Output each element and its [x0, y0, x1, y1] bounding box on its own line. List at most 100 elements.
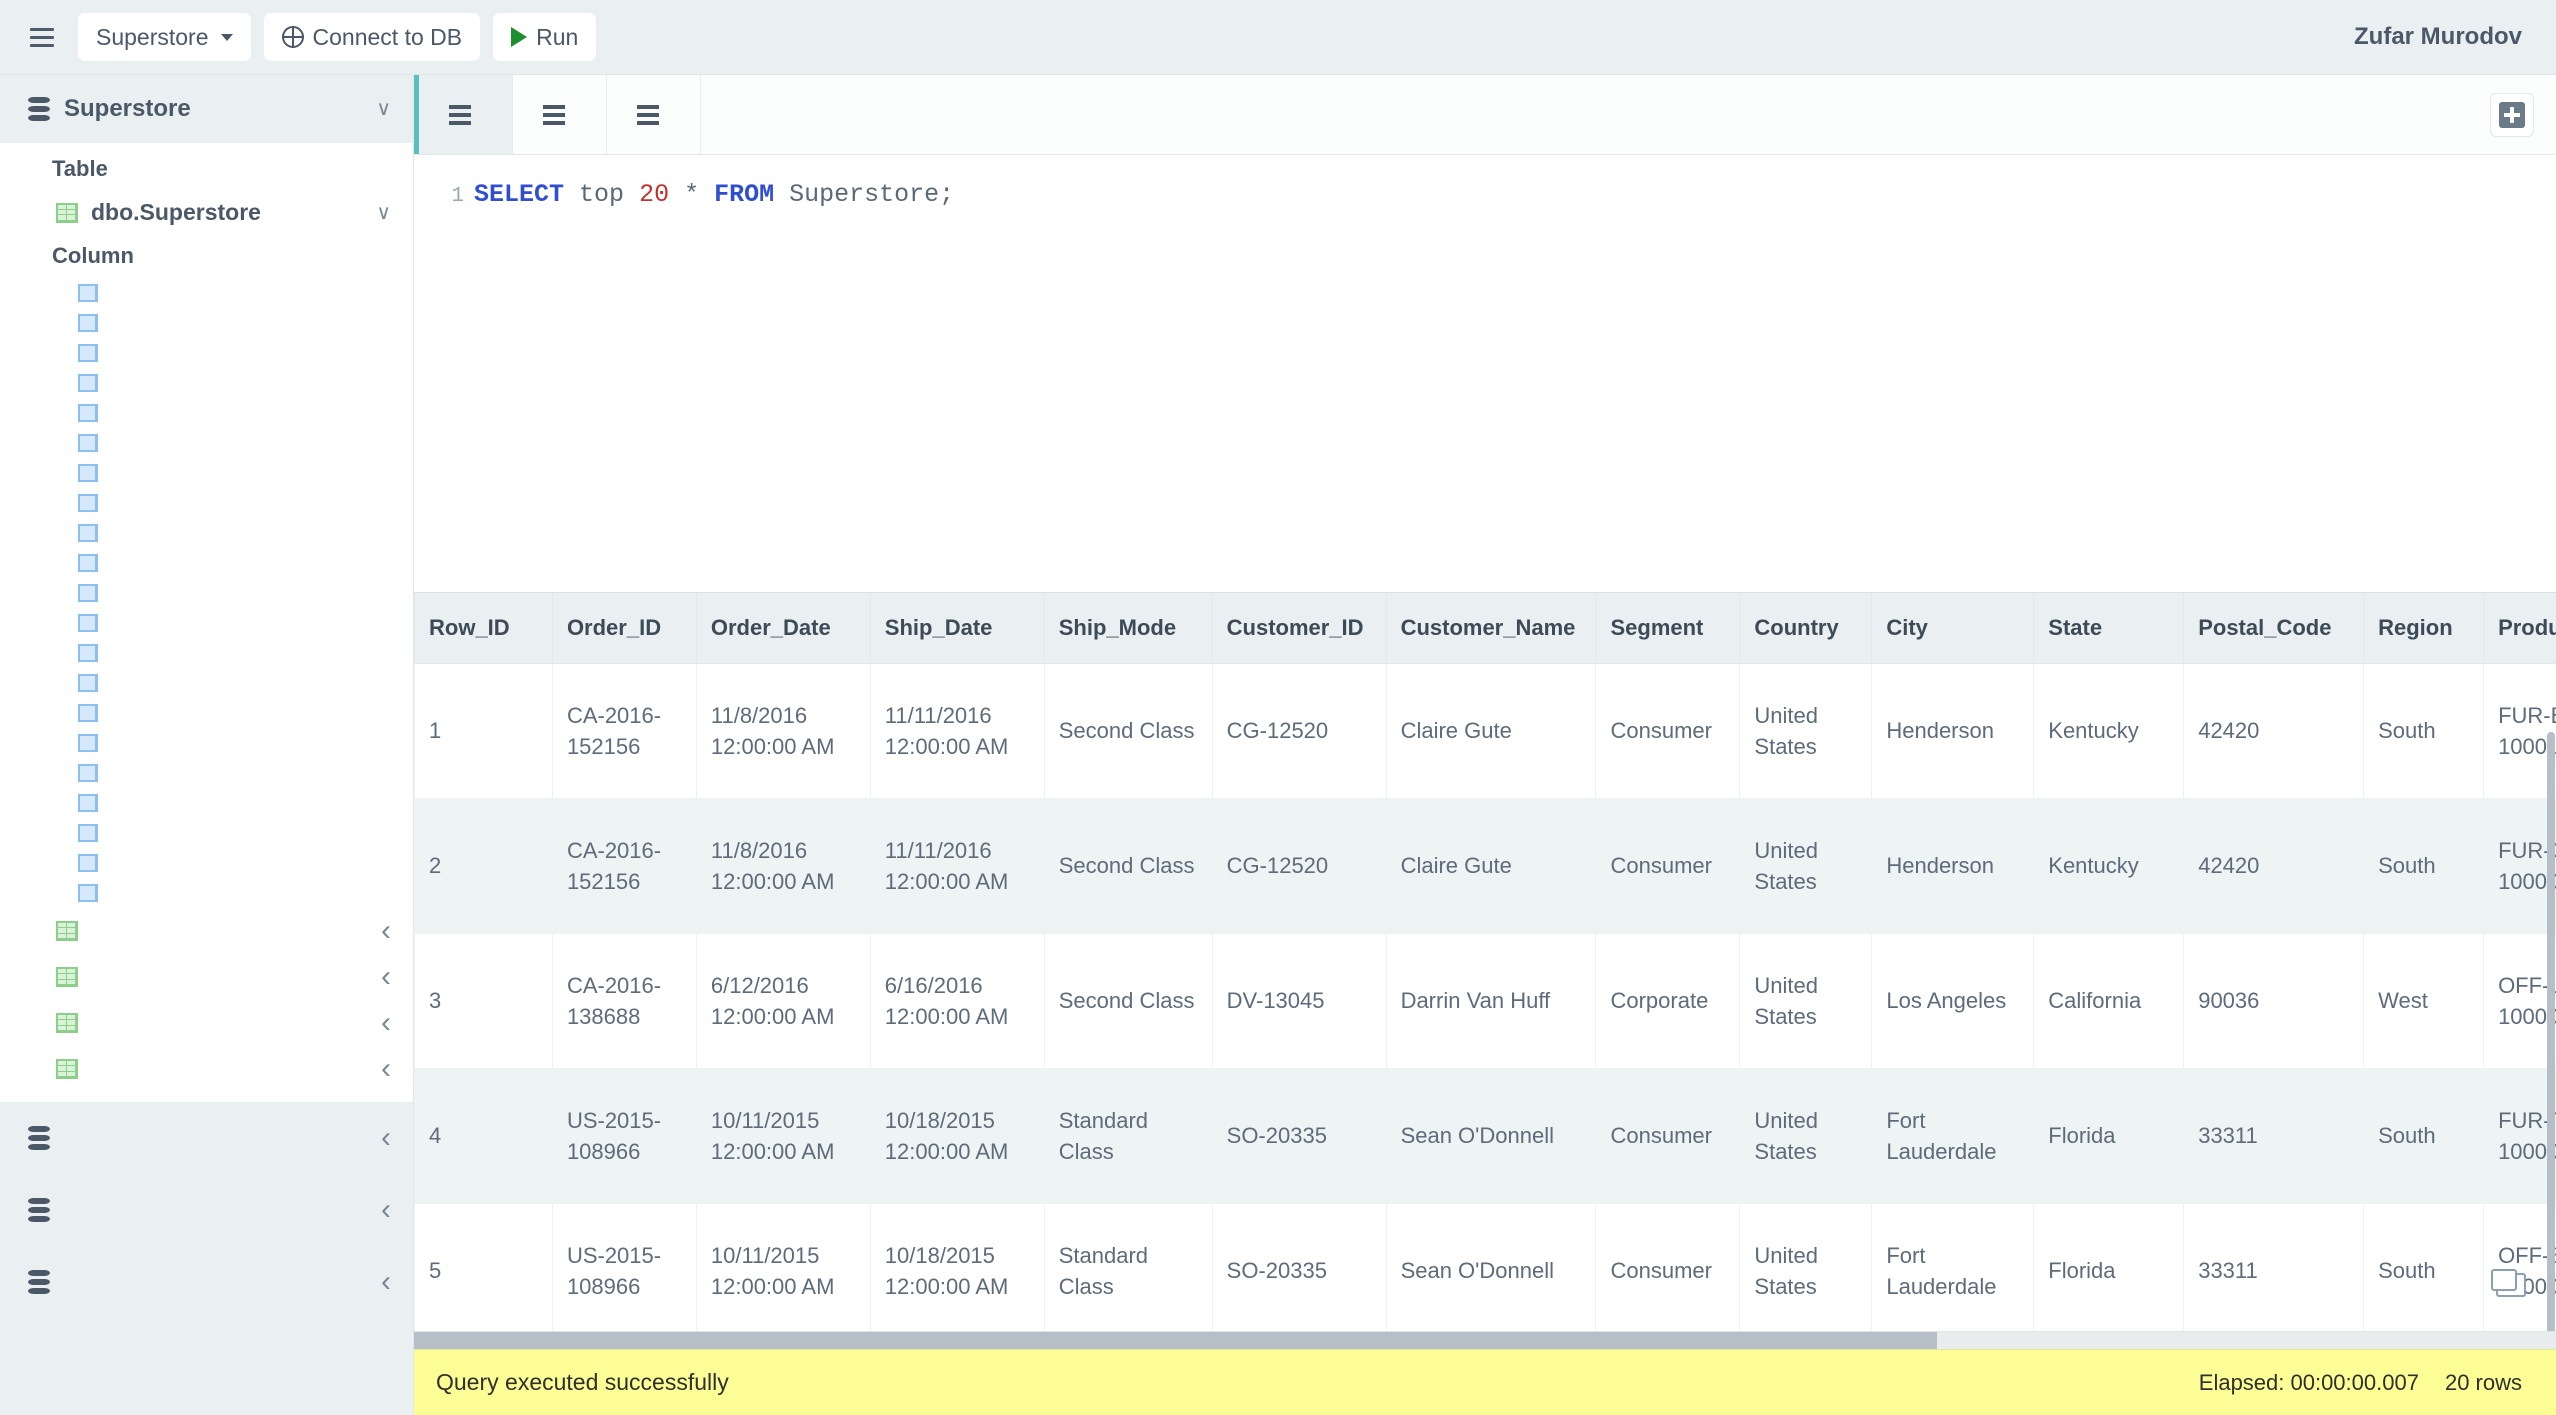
column-header[interactable]: Country: [1740, 593, 1872, 664]
table-cell[interactable]: 4: [415, 1069, 553, 1204]
table-cell[interactable]: Claire Gute: [1386, 799, 1596, 934]
table-cell[interactable]: 10/18/2015 12:00:00 AM: [870, 1204, 1044, 1332]
vertical-scrollbar-thumb[interactable]: [2547, 732, 2555, 1331]
column-header[interactable]: Ship_Mode: [1044, 593, 1212, 664]
tree-table-superstore[interactable]: dbo.Superstore: [0, 191, 413, 234]
table-row[interactable]: 4US-2015-10896610/11/2015 12:00:00 AM10/…: [415, 1069, 2556, 1204]
table-cell[interactable]: CG-12520: [1212, 799, 1386, 934]
table-cell[interactable]: California: [2034, 934, 2184, 1069]
table-row[interactable]: 3CA-2016-1386886/12/2016 12:00:00 AM6/16…: [415, 934, 2556, 1069]
copy-icon[interactable]: [2496, 1273, 2526, 1297]
column-header[interactable]: City: [1872, 593, 2034, 664]
table-cell[interactable]: Consumer: [1596, 664, 1740, 799]
vertical-scrollbar[interactable]: [2546, 592, 2556, 1313]
table-cell[interactable]: 42420: [2184, 664, 2364, 799]
column-item[interactable]: [0, 848, 413, 878]
column-header[interactable]: Order_Date: [696, 593, 870, 664]
column-item[interactable]: [0, 278, 413, 308]
column-item[interactable]: [0, 548, 413, 578]
table-cell[interactable]: Sean O'Donnell: [1386, 1204, 1596, 1332]
sidebar-database-item[interactable]: [0, 1102, 413, 1174]
table-cell[interactable]: CG-12520: [1212, 664, 1386, 799]
table-cell[interactable]: Kentucky: [2034, 799, 2184, 934]
column-header[interactable]: Postal_Code: [2184, 593, 2364, 664]
column-item[interactable]: [0, 668, 413, 698]
column-item[interactable]: [0, 518, 413, 548]
table-cell[interactable]: Second Class: [1044, 664, 1212, 799]
table-cell[interactable]: Consumer: [1596, 799, 1740, 934]
table-cell[interactable]: 42420: [2184, 799, 2364, 934]
column-header[interactable]: Customer_ID: [1212, 593, 1386, 664]
table-cell[interactable]: Florida: [2034, 1069, 2184, 1204]
column-header[interactable]: Segment: [1596, 593, 1740, 664]
column-item[interactable]: [0, 308, 413, 338]
results-grid-scroll[interactable]: Row_IDOrder_IDOrder_DateShip_DateShip_Mo…: [414, 592, 2556, 1331]
column-item[interactable]: [0, 728, 413, 758]
chevron-down-icon[interactable]: [376, 203, 391, 223]
column-item[interactable]: [0, 698, 413, 728]
table-cell[interactable]: US-2015-108966: [552, 1069, 696, 1204]
column-item[interactable]: [0, 458, 413, 488]
tree-table-item[interactable]: [0, 908, 413, 954]
table-cell[interactable]: CA-2016-152156: [552, 799, 696, 934]
sidebar-active-database[interactable]: Superstore: [0, 75, 413, 143]
table-cell[interactable]: 11/11/2016 12:00:00 AM: [870, 799, 1044, 934]
column-item[interactable]: [0, 878, 413, 908]
column-item[interactable]: [0, 578, 413, 608]
column-item[interactable]: [0, 788, 413, 818]
run-query-button[interactable]: Run: [493, 13, 596, 61]
table-cell[interactable]: 10/11/2015 12:00:00 AM: [696, 1069, 870, 1204]
table-cell[interactable]: Fort Lauderdale: [1872, 1069, 2034, 1204]
table-cell[interactable]: CA-2016-152156: [552, 664, 696, 799]
chevron-left-icon[interactable]: [381, 962, 391, 992]
column-item[interactable]: [0, 398, 413, 428]
chevron-left-icon[interactable]: [381, 1195, 391, 1225]
editor-tab[interactable]: [513, 75, 607, 154]
column-item[interactable]: [0, 368, 413, 398]
table-cell[interactable]: 6/16/2016 12:00:00 AM: [870, 934, 1044, 1069]
connect-to-db-button[interactable]: Connect to DB: [264, 13, 481, 61]
chevron-left-icon[interactable]: [381, 1054, 391, 1084]
column-header[interactable]: Customer_Name: [1386, 593, 1596, 664]
column-item[interactable]: [0, 488, 413, 518]
table-cell[interactable]: South: [2364, 799, 2484, 934]
table-cell[interactable]: Fort Lauderdale: [1872, 1204, 2034, 1332]
tree-table-item[interactable]: [0, 1046, 413, 1092]
table-cell[interactable]: Los Angeles: [1872, 934, 2034, 1069]
horizontal-scrollbar[interactable]: [414, 1331, 2556, 1349]
table-cell[interactable]: Florida: [2034, 1204, 2184, 1332]
table-cell[interactable]: Kentucky: [2034, 664, 2184, 799]
table-cell[interactable]: Darrin Van Huff: [1386, 934, 1596, 1069]
table-cell[interactable]: Standard Class: [1044, 1204, 1212, 1332]
table-cell[interactable]: Corporate: [1596, 934, 1740, 1069]
table-cell[interactable]: CA-2016-138688: [552, 934, 696, 1069]
table-cell[interactable]: South: [2364, 1069, 2484, 1204]
table-cell[interactable]: 90036: [2184, 934, 2364, 1069]
table-cell[interactable]: United States: [1740, 664, 1872, 799]
table-cell[interactable]: 3: [415, 934, 553, 1069]
table-row[interactable]: 5US-2015-10896610/11/2015 12:00:00 AM10/…: [415, 1204, 2556, 1332]
sql-editor[interactable]: 1 SELECT top 20 * FROM Superstore;: [414, 155, 2556, 592]
tree-table-item[interactable]: [0, 1000, 413, 1046]
column-item[interactable]: [0, 428, 413, 458]
table-row[interactable]: 2CA-2016-15215611/8/2016 12:00:00 AM11/1…: [415, 799, 2556, 934]
column-header[interactable]: Order_ID: [552, 593, 696, 664]
table-cell[interactable]: Consumer: [1596, 1204, 1740, 1332]
table-cell[interactable]: 11/8/2016 12:00:00 AM: [696, 664, 870, 799]
table-cell[interactable]: South: [2364, 1204, 2484, 1332]
table-cell[interactable]: 1: [415, 664, 553, 799]
table-cell[interactable]: Henderson: [1872, 664, 2034, 799]
horizontal-scrollbar-thumb[interactable]: [414, 1332, 1937, 1349]
column-header[interactable]: Region: [2364, 593, 2484, 664]
column-header[interactable]: Ship_Date: [870, 593, 1044, 664]
chevron-left-icon[interactable]: [381, 1123, 391, 1153]
chevron-left-icon[interactable]: [381, 1267, 391, 1297]
database-selector-button[interactable]: Superstore: [78, 13, 251, 61]
column-item[interactable]: [0, 338, 413, 368]
table-cell[interactable]: Sean O'Donnell: [1386, 1069, 1596, 1204]
table-cell[interactable]: United States: [1740, 1204, 1872, 1332]
column-header[interactable]: State: [2034, 593, 2184, 664]
table-cell[interactable]: 2: [415, 799, 553, 934]
editor-tab[interactable]: [607, 75, 701, 154]
table-cell[interactable]: United States: [1740, 934, 1872, 1069]
